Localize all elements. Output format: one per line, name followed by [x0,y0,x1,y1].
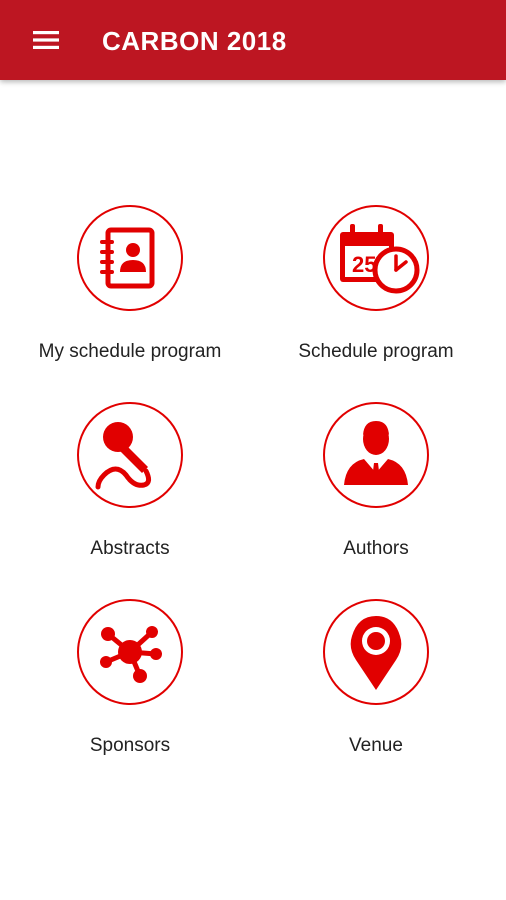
tile-label: Venue [349,735,403,756]
businessman-icon [323,402,429,508]
network-nodes-icon [77,599,183,705]
calendar-clock-icon: 25 [323,205,429,311]
tile-sponsors[interactable]: Sponsors [10,598,250,778]
tile-label: My schedule program [38,341,222,362]
tile-label: Schedule program [298,341,454,362]
contact-book-icon [77,205,183,311]
tile-schedule-program[interactable]: 25 Schedule program [256,204,496,384]
microphone-icon [77,402,183,508]
map-pin-icon [323,599,429,705]
tile-label: Authors [343,538,409,559]
tile-label: Abstracts [90,538,170,559]
tile-abstracts[interactable]: Abstracts [10,401,250,581]
tile-my-schedule-program[interactable]: My schedule program [10,204,250,384]
tile-label: Sponsors [89,735,171,756]
tile-venue[interactable]: Venue [256,598,496,778]
menu-grid: My schedule program 25 Schedule program [0,0,506,900]
tile-authors[interactable]: Authors [256,401,496,581]
